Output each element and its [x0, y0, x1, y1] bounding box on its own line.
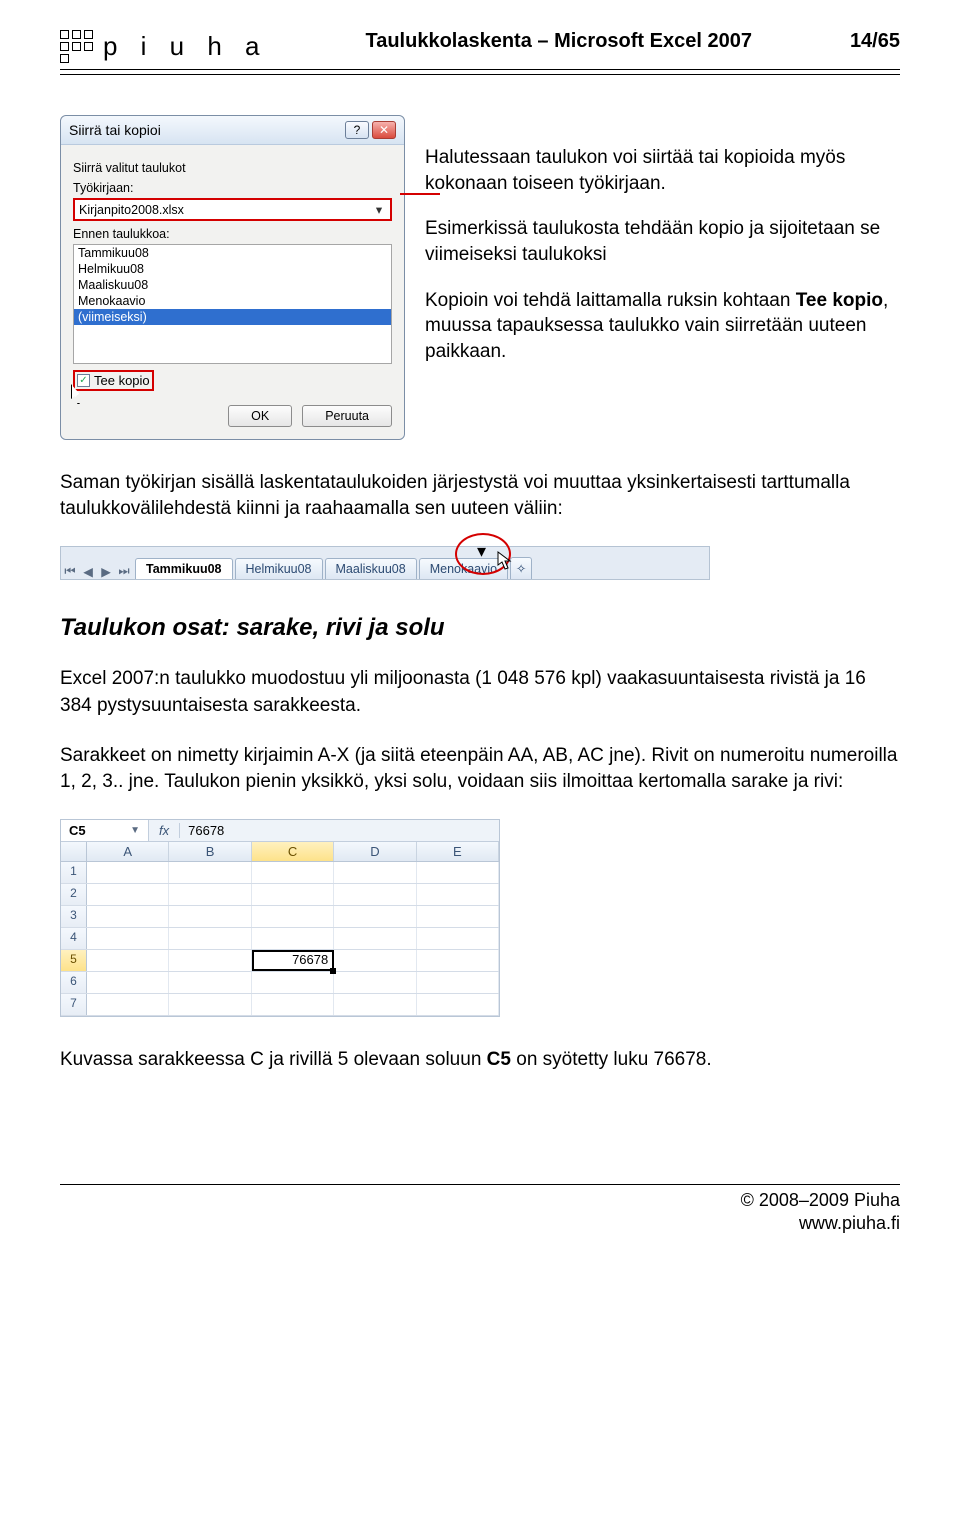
col-header[interactable]: E: [417, 842, 499, 861]
checkbox-icon[interactable]: ✓: [77, 374, 90, 387]
callout-line: [400, 193, 440, 195]
row-header[interactable]: 4: [61, 928, 87, 949]
paragraph-caption: Kuvassa sarakkeessa C ja rivillä 5 oleva…: [60, 1047, 900, 1073]
page-number: 14/65: [850, 30, 900, 53]
label-workbook: Työkirjaan:: [73, 181, 392, 195]
dialog-title: Siirrä tai kopioi: [69, 122, 161, 138]
row-header[interactable]: 7: [61, 994, 87, 1015]
paragraph-size: Excel 2007:n taulukko muodostuu yli milj…: [60, 666, 900, 718]
before-sheet-listbox[interactable]: Tammikuu08 Helmikuu08 Maaliskuu08 Menoka…: [73, 244, 392, 364]
help-icon[interactable]: ?: [345, 121, 369, 139]
spreadsheet-grid: C5 ▼ fx 76678 A B C D E 1 2 3 4 5 76678 6…: [60, 819, 500, 1017]
formula-bar[interactable]: 76678: [180, 820, 232, 841]
label-before: Ennen taulukkoa:: [73, 227, 392, 241]
workbook-combo[interactable]: Kirjanpito2008.xlsx ▾: [73, 198, 392, 221]
paragraph-naming: Sarakkeet on nimetty kirjaimin A-X (ja s…: [60, 743, 900, 795]
paragraph-reorder: Saman työkirjan sisällä laskentataulukoi…: [60, 470, 900, 522]
note-para: Halutessaan taulukon voi siirtää tai kop…: [425, 145, 900, 196]
workbook-combo-value: Kirjanpito2008.xlsx: [79, 203, 184, 217]
new-sheet-tab[interactable]: ✧: [510, 557, 532, 579]
doc-title: Taulukkolaskenta – Microsoft Excel 2007: [268, 30, 850, 53]
row-header[interactable]: 6: [61, 972, 87, 993]
sheet-tab[interactable]: Tammikuu08: [135, 558, 233, 579]
cancel-button[interactable]: Peruuta: [302, 405, 392, 427]
nav-first-icon[interactable]: ⏮: [61, 564, 79, 579]
annotation-text: Halutessaan taulukon voi siirtää tai kop…: [425, 115, 900, 382]
ok-button[interactable]: OK: [228, 405, 292, 427]
list-item[interactable]: Helmikuu08: [74, 261, 391, 277]
col-header[interactable]: D: [334, 842, 416, 861]
cursor-icon: [497, 551, 513, 571]
fx-icon[interactable]: fx: [149, 823, 180, 838]
nav-next-icon[interactable]: ▶: [97, 564, 115, 579]
brand-text: p i u h a: [103, 31, 268, 62]
row-header[interactable]: 1: [61, 862, 87, 883]
list-item[interactable]: Tammikuu08: [74, 245, 391, 261]
row-header[interactable]: 2: [61, 884, 87, 905]
close-icon[interactable]: ✕: [372, 121, 396, 139]
sheet-tab[interactable]: Maaliskuu08: [325, 558, 417, 579]
row-header-selected[interactable]: 5: [61, 950, 87, 971]
column-headers: A B C D E: [61, 842, 499, 862]
label-move: Siirrä valitut taulukot: [73, 161, 392, 175]
section-heading: Taulukon osat: sarake, rivi ja solu: [60, 614, 900, 642]
select-all-corner[interactable]: [61, 842, 87, 861]
page-header: p i u h a Taulukkolaskenta – Microsoft E…: [60, 30, 900, 70]
list-item[interactable]: Maaliskuu08: [74, 277, 391, 293]
footer-url: www.piuha.fi: [60, 1212, 900, 1235]
checkbox-label: Tee kopio: [94, 373, 150, 388]
footer-copyright: © 2008–2009 Piuha: [60, 1189, 900, 1212]
move-or-copy-dialog: Siirrä tai kopioi ? ✕ Siirrä valitut tau…: [60, 115, 405, 440]
nav-prev-icon[interactable]: ◀: [79, 564, 97, 579]
create-copy-checkbox[interactable]: ✓ Tee kopio: [73, 370, 154, 391]
col-header-selected[interactable]: C: [252, 842, 334, 861]
list-item[interactable]: Menokaavio: [74, 293, 391, 309]
note-para: Esimerkissä taulukosta tehdään kopio ja …: [425, 216, 900, 267]
note-para: Kopioin voi tehdä laittamalla ruksin koh…: [425, 288, 900, 365]
row-header[interactable]: 3: [61, 906, 87, 927]
name-box[interactable]: C5 ▼: [61, 820, 149, 841]
list-item-selected[interactable]: (viimeiseksi): [74, 309, 391, 325]
chevron-down-icon[interactable]: ▼: [130, 825, 140, 836]
page-footer: © 2008–2009 Piuha www.piuha.fi: [60, 1184, 900, 1236]
active-cell[interactable]: 76678: [252, 950, 334, 971]
sheet-tab[interactable]: Helmikuu08: [235, 558, 323, 579]
sheet-tab-strip: ⏮ ◀ ▶ ⏭ Tammikuu08 Helmikuu08 Maaliskuu0…: [60, 546, 710, 580]
chevron-down-icon[interactable]: ▾: [372, 202, 386, 217]
brand-logo: p i u h a: [60, 30, 268, 63]
col-header[interactable]: B: [169, 842, 251, 861]
nav-last-icon[interactable]: ⏭: [115, 564, 133, 579]
col-header[interactable]: A: [87, 842, 169, 861]
